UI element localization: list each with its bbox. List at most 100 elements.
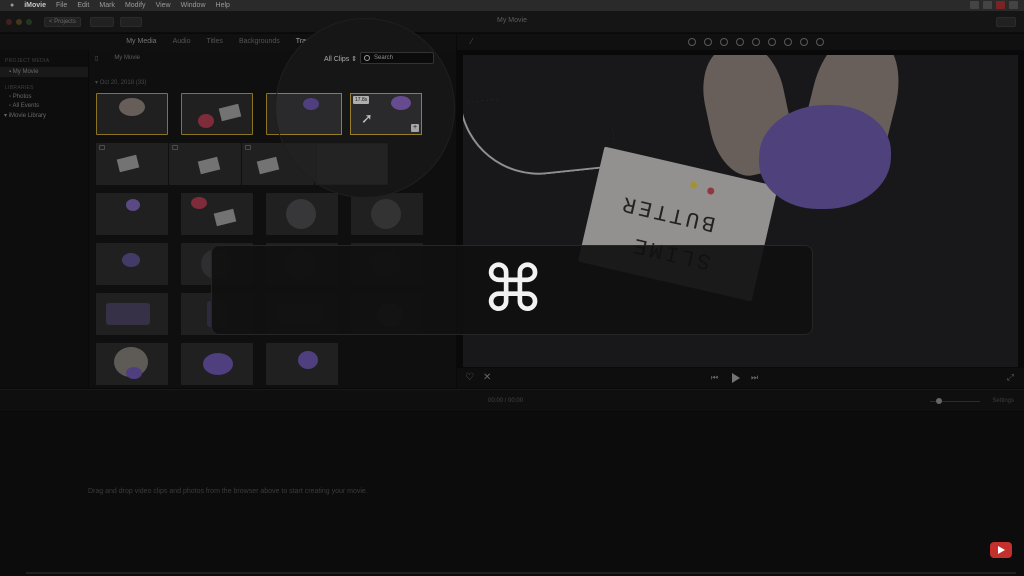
menu-imovie[interactable]: iMovie	[24, 2, 46, 9]
bowl-shape	[371, 199, 401, 229]
card-shape	[218, 103, 242, 122]
slime-shape	[303, 98, 319, 110]
card-shape	[116, 154, 140, 173]
color-correction-icon[interactable]	[704, 38, 712, 46]
clip-thumbnail[interactable]	[351, 193, 423, 235]
menu-modify[interactable]: Modify	[125, 2, 146, 9]
menu-help[interactable]: Help	[216, 2, 230, 9]
timeline-empty-hint: Drag and drop video clips and photos fro…	[88, 488, 368, 495]
sidebar-item-photos[interactable]: ▫ Photos	[0, 91, 88, 100]
menu-edit[interactable]: Edit	[77, 2, 89, 9]
clip-thumbnail[interactable]	[181, 93, 253, 135]
libraries-heading: LIBRARIES	[5, 85, 34, 91]
sidebar-item-all-events[interactable]: ▫ All Events	[0, 100, 88, 109]
apple-menu-icon[interactable]: ●	[10, 2, 14, 9]
timeline-zoom-knob[interactable]	[936, 398, 942, 404]
bowl-shape	[286, 199, 316, 229]
adjustment-icons	[688, 38, 824, 46]
sidebar-item-imovie-library[interactable]: ▾ iMovie Library	[0, 109, 88, 119]
clip-thumbnail[interactable]	[96, 93, 168, 135]
sidebar-item-label: Photos	[12, 94, 32, 100]
clip-thumbnail[interactable]	[266, 193, 338, 235]
library-sidebar: PROJECT MEDIA ▪ My Movie LIBRARIES ▫ Pho…	[0, 50, 88, 388]
clip-thumbnail[interactable]	[96, 193, 168, 235]
chevron-updown-icon: ⇕	[351, 56, 358, 63]
clip-thumbnail[interactable]	[266, 343, 338, 385]
volume-icon[interactable]	[752, 38, 760, 46]
status-icons	[970, 1, 1018, 9]
youtube-logo-icon	[990, 542, 1012, 558]
slime-shape	[126, 199, 140, 211]
sidebar-item-my-movie[interactable]: ▪ My Movie	[0, 67, 88, 77]
camera-badge-icon	[245, 145, 251, 150]
card-shape	[213, 208, 237, 227]
status-app-icon[interactable]	[970, 1, 979, 9]
filter-icon[interactable]	[800, 38, 808, 46]
purple-slime-shape	[759, 105, 891, 209]
zoom-magnifier: All Clips ⇕ Search 17.8s ➚ +	[276, 19, 454, 197]
timeline-header: 00:00 / 00:00 Settings	[0, 389, 1024, 411]
clip-thumbnail[interactable]	[276, 93, 342, 135]
clip-thumbnail[interactable]	[181, 343, 253, 385]
fullscreen-icon[interactable]: ⤢	[1007, 372, 1014, 383]
event-date-header: ▾ Oct 20, 2018 (33)	[95, 79, 146, 86]
slime-shape	[391, 96, 411, 110]
tab-titles[interactable]: Titles	[206, 38, 222, 50]
noise-reduction-icon[interactable]	[768, 38, 776, 46]
keystroke-overlay: ⌘	[211, 245, 813, 335]
clip-thumbnail-hovered[interactable]: 17.8s ➚ +	[350, 93, 422, 135]
menu-file[interactable]: File	[56, 2, 67, 9]
search-field[interactable]: Search	[360, 52, 434, 64]
info-icon[interactable]	[816, 38, 824, 46]
browser-title: My Movie	[114, 55, 140, 61]
reject-icon[interactable]: ✕	[483, 372, 491, 383]
search-placeholder: Search	[374, 55, 394, 61]
menu-view[interactable]: View	[156, 2, 171, 9]
color-balance-icon[interactable]	[688, 38, 696, 46]
tab-backgrounds[interactable]: Backgrounds	[239, 38, 280, 50]
menu-mark[interactable]: Mark	[99, 2, 115, 9]
sidebar-item-label: My Movie	[12, 69, 39, 75]
skip-back-icon[interactable]: ⏮	[711, 374, 718, 382]
mouse-cursor-icon: ➚	[361, 110, 373, 126]
clip-thumbnail[interactable]	[96, 143, 168, 185]
tab-my-media[interactable]: My Media	[126, 38, 156, 50]
sidebar-toggle-icon[interactable]: ▯	[95, 55, 98, 62]
search-icon	[364, 55, 370, 61]
slime-shape	[126, 367, 142, 379]
tab-audio[interactable]: Audio	[173, 38, 191, 50]
timeline-area[interactable]: Drag and drop video clips and photos fro…	[0, 412, 1024, 576]
stabilization-icon[interactable]	[736, 38, 744, 46]
status-menu-icon[interactable]	[1009, 1, 1018, 9]
red-dot	[706, 186, 715, 196]
heart-icon[interactable]: ♡	[465, 372, 474, 383]
sign-text-butter: BUTTER	[617, 189, 719, 237]
playback-controls: ♡ ✕ ⏮ ⏭ ⤢	[457, 368, 1024, 388]
clip-thumbnail[interactable]	[96, 243, 168, 285]
add-to-movie-button[interactable]: +	[411, 124, 419, 132]
timecode-readout: 00:00 / 00:00	[488, 398, 524, 404]
timeline-scrollbar[interactable]	[26, 572, 1016, 574]
magic-wand-icon[interactable]: ⁄	[471, 37, 472, 46]
recording-icon[interactable]	[996, 1, 1005, 9]
skip-forward-icon[interactable]: ⏭	[751, 374, 758, 382]
timeline-settings-button[interactable]: Settings	[992, 398, 1014, 404]
slime-shape	[298, 351, 318, 369]
yellow-dot	[689, 180, 698, 190]
adjustments-bar: ⁄	[457, 34, 1024, 50]
menu-window[interactable]: Window	[181, 2, 206, 9]
sidebar-item-label: iMovie Library	[8, 113, 47, 119]
slime-shape	[191, 197, 207, 209]
speed-icon[interactable]	[784, 38, 792, 46]
crop-icon[interactable]	[720, 38, 728, 46]
clip-thumbnail[interactable]	[96, 343, 168, 385]
clip-thumbnail[interactable]	[181, 193, 253, 235]
clip-thumbnail[interactable]	[96, 293, 168, 335]
clip-thumbnail[interactable]	[316, 143, 388, 185]
play-button[interactable]	[732, 373, 740, 383]
status-display-icon[interactable]	[983, 1, 992, 9]
command-key-icon: ⌘	[481, 253, 545, 327]
bottles-shape	[106, 303, 150, 325]
all-clips-dropdown[interactable]: All Clips ⇕	[324, 55, 357, 63]
clip-thumbnail[interactable]	[169, 143, 241, 185]
